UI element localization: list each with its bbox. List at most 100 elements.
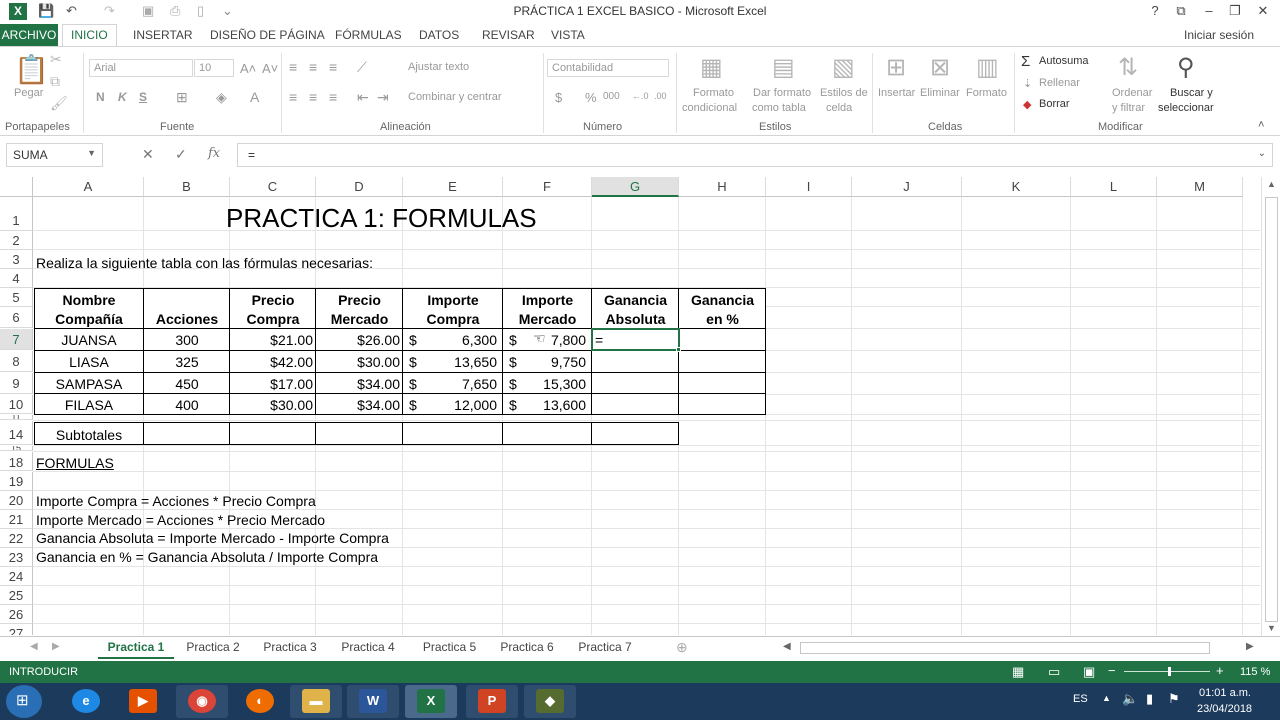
close-button[interactable]: ✕: [1250, 3, 1276, 19]
sheet-tab-practica-6[interactable]: Practica 6: [490, 637, 564, 659]
header-market-amount-2[interactable]: Mercado: [503, 311, 592, 327]
prev-sheet-icon[interactable]: ◀: [30, 641, 38, 652]
cell-market-amount[interactable]: 13,600: [503, 397, 586, 413]
tab-vista[interactable]: VISTA: [551, 28, 585, 42]
scroll-up-icon[interactable]: ▲: [1267, 179, 1276, 189]
sort-label-2[interactable]: y filtrar: [1112, 102, 1145, 114]
col-header-c[interactable]: C: [230, 177, 316, 197]
tab-diseno-pagina[interactable]: DISEÑO DE PÁGINA: [210, 28, 325, 42]
tab-insertar[interactable]: INSERTAR: [133, 28, 193, 42]
tab-revisar[interactable]: REVISAR: [482, 28, 535, 42]
align-right-icon[interactable]: ≡: [329, 89, 337, 105]
cell-market-price[interactable]: $34.00: [316, 376, 400, 392]
tab-archivo[interactable]: ARCHIVO: [0, 24, 58, 46]
grow-font-icon[interactable]: A˄: [240, 61, 256, 76]
cell-buy-price[interactable]: $30.00: [230, 397, 313, 413]
next-sheet-icon[interactable]: ▶: [52, 641, 60, 652]
delete-cells-icon[interactable]: ⊠: [930, 53, 950, 82]
taskbar-excel[interactable]: X: [405, 685, 457, 718]
header-company-2[interactable]: Compañía: [34, 311, 144, 327]
row-header-27[interactable]: 27: [0, 624, 33, 635]
copy-icon[interactable]: ⧉: [50, 73, 60, 90]
taskbar-explorer[interactable]: ▬: [290, 685, 342, 718]
taskbar-word[interactable]: W: [347, 685, 399, 718]
restore-button[interactable]: ❐: [1222, 3, 1248, 19]
header-buy-amount-1[interactable]: Importe: [403, 292, 503, 308]
row-header-10[interactable]: 10: [0, 395, 33, 414]
insert-cells-button[interactable]: Insertar: [878, 87, 915, 99]
row-header-26[interactable]: 26: [0, 605, 33, 624]
cell-buy-price[interactable]: $17.00: [230, 376, 313, 392]
cell-shares[interactable]: 450: [144, 376, 230, 392]
language-indicator[interactable]: ES: [1073, 693, 1088, 705]
cell-styles-label-2[interactable]: celda: [826, 102, 852, 114]
header-buy-amount-2[interactable]: Compra: [403, 311, 503, 327]
name-box[interactable]: SUMA ▼: [6, 143, 103, 167]
sign-in-link[interactable]: Iniciar sesión: [1184, 28, 1254, 42]
row-header-18[interactable]: 18: [0, 452, 33, 471]
align-bottom-icon[interactable]: ≡: [329, 59, 337, 75]
row-header-14[interactable]: 14: [0, 421, 33, 445]
row-header-11[interactable]: 11: [0, 415, 33, 420]
cell-shares[interactable]: 300: [144, 332, 230, 348]
col-header-b[interactable]: B: [144, 177, 230, 197]
row-header-7[interactable]: 7: [0, 329, 33, 350]
taskbar-powerpoint[interactable]: P: [466, 685, 518, 718]
col-header-e[interactable]: E: [403, 177, 503, 197]
tab-formulas[interactable]: FÓRMULAS: [335, 28, 402, 42]
underline-button[interactable]: S: [139, 90, 147, 104]
delete-cells-button[interactable]: Eliminar: [920, 87, 960, 99]
cell-buy-amount[interactable]: 7,650: [403, 376, 497, 392]
tray-expand-icon[interactable]: ▲: [1102, 693, 1111, 703]
fill-color-icon[interactable]: ◈: [216, 89, 227, 106]
wrap-text-button[interactable]: Ajustar texto: [408, 61, 469, 73]
col-header-j[interactable]: J: [852, 177, 962, 197]
clock-time[interactable]: 01:01 a.m.: [1199, 687, 1251, 699]
format-table-label-1[interactable]: Dar formato: [753, 87, 811, 99]
sheet-tab-practica-2[interactable]: Practica 2: [176, 637, 250, 659]
header-market-price-2[interactable]: Mercado: [316, 311, 403, 327]
format-table-icon[interactable]: ▤: [772, 53, 795, 82]
select-all-corner[interactable]: [0, 177, 33, 197]
ribbon-display-icon[interactable]: ⧉: [1168, 3, 1194, 19]
zoom-level[interactable]: 115 %: [1240, 666, 1270, 678]
align-middle-icon[interactable]: ≡: [309, 59, 317, 75]
tab-inicio[interactable]: INICIO: [62, 24, 117, 47]
hscroll-left-icon[interactable]: ◀: [783, 641, 791, 652]
volume-icon[interactable]: 🔈: [1122, 691, 1138, 707]
align-left-icon[interactable]: ≡: [289, 89, 297, 105]
row-header-9[interactable]: 9: [0, 373, 33, 394]
collapse-ribbon-icon[interactable]: ˄: [1258, 119, 1264, 131]
clock-date[interactable]: 23/04/2018: [1197, 703, 1252, 715]
scroll-down-icon[interactable]: ▼: [1267, 623, 1276, 633]
row-header-24[interactable]: 24: [0, 567, 33, 586]
decrease-decimal-icon[interactable]: .00: [654, 91, 667, 101]
formula-line[interactable]: Ganancia Absoluta = Importe Mercado - Im…: [36, 530, 389, 546]
col-header-g[interactable]: G: [592, 177, 679, 197]
row-header-23[interactable]: 23: [0, 548, 33, 567]
header-market-price-1[interactable]: Precio: [316, 292, 403, 308]
shrink-font-icon[interactable]: A˅: [262, 61, 278, 76]
active-cell-g7[interactable]: [591, 328, 680, 351]
row-header-2[interactable]: 2: [0, 231, 33, 250]
taskbar-ie[interactable]: e: [60, 685, 112, 718]
header-market-amount-1[interactable]: Importe: [503, 292, 592, 308]
instruction-text[interactable]: Realiza la siguiente tabla con las fórmu…: [36, 255, 373, 271]
hscroll-right-icon[interactable]: ▶: [1246, 641, 1254, 652]
row-header-21[interactable]: 21: [0, 510, 33, 529]
cell-market-price[interactable]: $30.00: [316, 354, 400, 370]
increase-indent-icon[interactable]: ⇥: [377, 89, 389, 106]
col-header-l[interactable]: L: [1071, 177, 1157, 197]
sheet-tab-practica-4[interactable]: Practica 4: [331, 637, 405, 659]
header-company-1[interactable]: Nombre: [34, 292, 144, 308]
header-shares[interactable]: Acciones: [144, 311, 230, 327]
row-header-1[interactable]: 1: [0, 197, 33, 231]
header-abs-gain-2[interactable]: Absoluta: [592, 311, 679, 327]
col-header-d[interactable]: D: [316, 177, 403, 197]
format-table-label-2[interactable]: como tabla: [752, 102, 806, 114]
currency-button[interactable]: $: [555, 90, 562, 105]
row-header-3[interactable]: 3: [0, 250, 33, 269]
cell-buy-amount[interactable]: 6,300: [403, 332, 497, 348]
col-header-f[interactable]: F: [503, 177, 592, 197]
page-layout-icon[interactable]: ▭: [1048, 664, 1060, 680]
